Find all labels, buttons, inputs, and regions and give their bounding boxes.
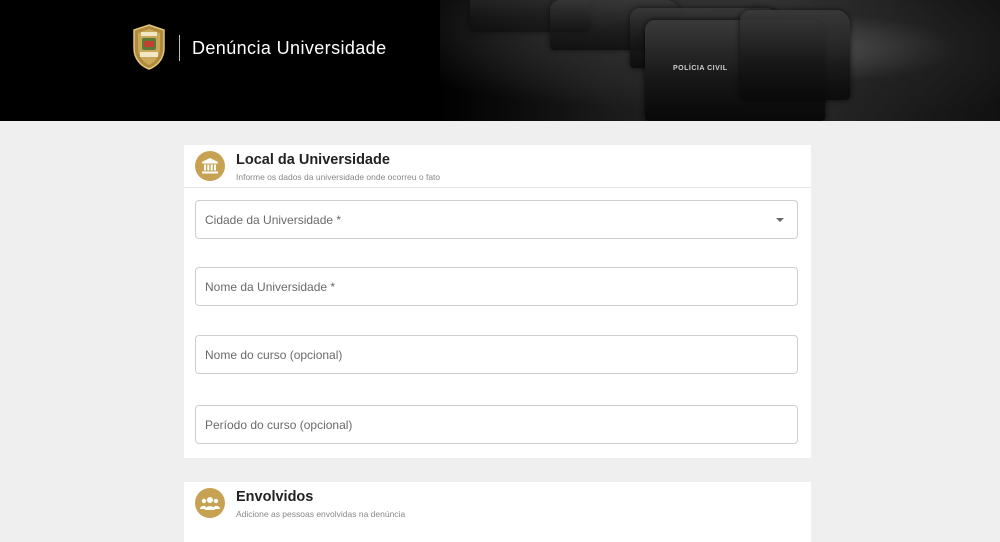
- section-header: Envolvidos Adicione as pessoas envolvida…: [184, 482, 811, 524]
- section-local-universidade: Local da Universidade Informe os dados d…: [184, 145, 811, 458]
- chevron-down-icon[interactable]: [776, 218, 784, 222]
- vehicle-image: [740, 10, 850, 100]
- app-title: Denúncia Universidade: [192, 38, 387, 58]
- section-title: Local da Universidade: [236, 152, 390, 168]
- periodo-curso-input[interactable]: Período do curso (opcional): [195, 405, 798, 444]
- cidade-universidade-select[interactable]: Cidade da Universidade *: [195, 200, 798, 239]
- cidade-universidade-label: Cidade da Universidade *: [205, 213, 342, 227]
- header-divider: [179, 35, 180, 61]
- nome-universidade-input[interactable]: Nome da Universidade *: [195, 267, 798, 306]
- site-header: POLÍCIA CIVIL Denúncia Universidade: [0, 0, 1000, 121]
- section-subtitle: Informe os dados da universidade onde oc…: [236, 172, 441, 182]
- nome-curso-label: Nome do curso (opcional): [205, 348, 343, 362]
- section-title: Envolvidos: [236, 489, 314, 505]
- nome-universidade-label: Nome da Universidade *: [205, 280, 336, 294]
- section-header: Local da Universidade Informe os dados d…: [184, 145, 811, 188]
- people-group-icon: [195, 488, 225, 518]
- nome-curso-input[interactable]: Nome do curso (opcional): [195, 335, 798, 374]
- university-building-icon: [195, 151, 225, 181]
- section-subtitle: Adicione as pessoas envolvidas na denúnc…: [236, 509, 406, 519]
- periodo-curso-label: Período do curso (opcional): [205, 418, 353, 432]
- section-envolvidos: Envolvidos Adicione as pessoas envolvida…: [184, 482, 811, 542]
- policia-civil-badge-icon: [131, 24, 167, 70]
- police-vehicles-background: POLÍCIA CIVIL: [440, 0, 1000, 121]
- vehicle-lettering: POLÍCIA CIVIL: [673, 65, 728, 72]
